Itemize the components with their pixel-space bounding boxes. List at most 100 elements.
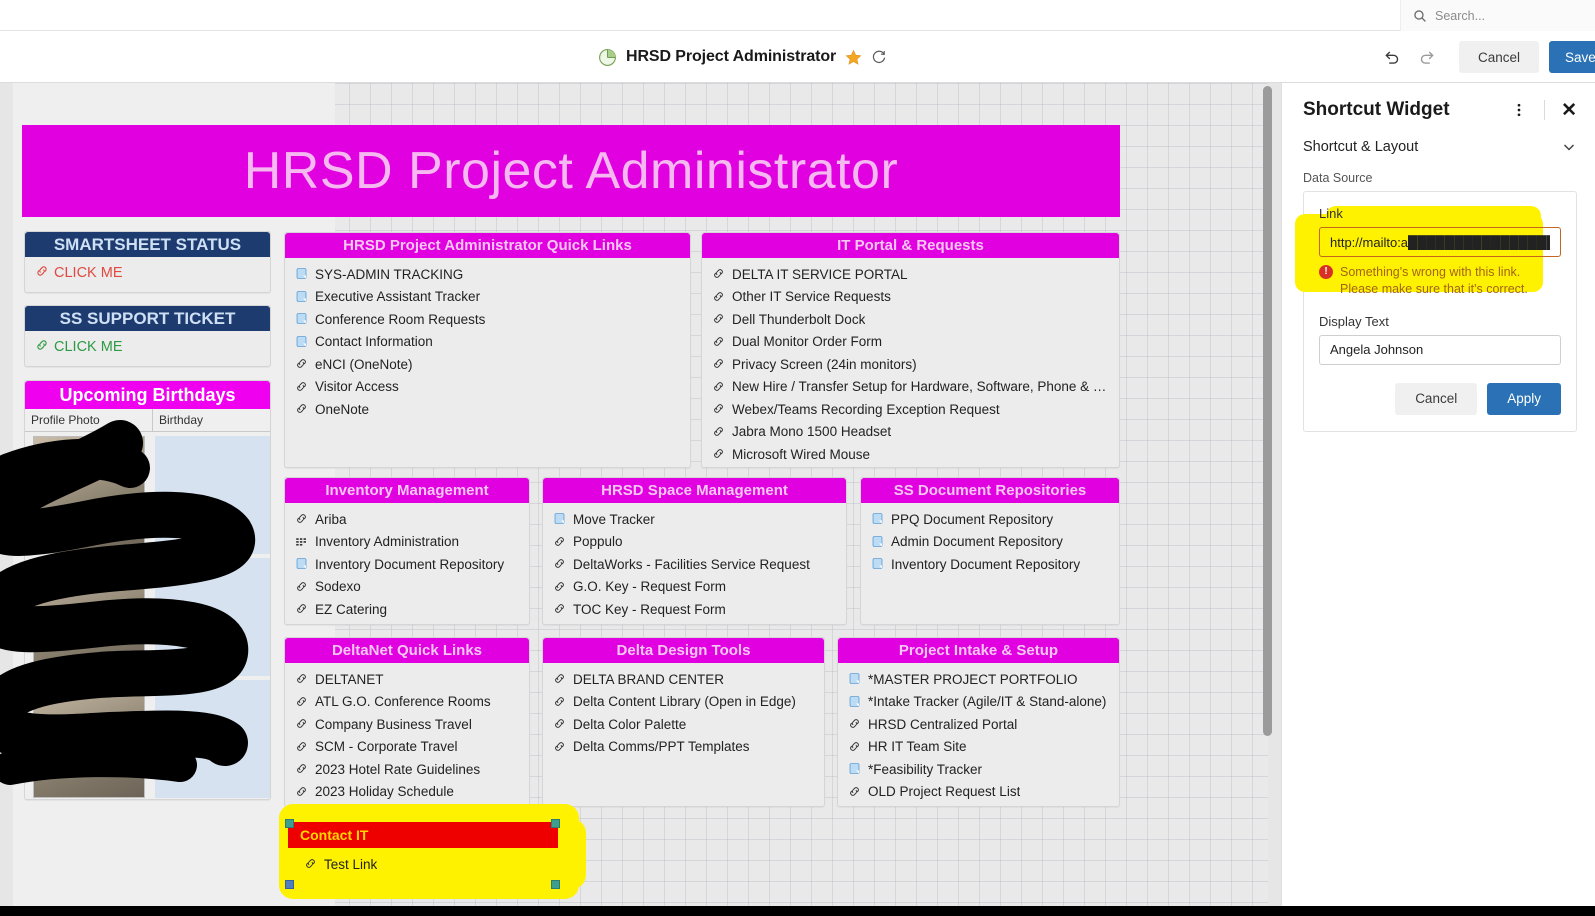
resize-handle-bottom-left[interactable] (285, 880, 294, 889)
panel-apply-button[interactable]: Apply (1487, 382, 1561, 415)
undo-button[interactable] (1373, 39, 1409, 75)
list-item-label: New Hire / Transfer Setup for Hardware, … (732, 379, 1111, 395)
widget-contact-it[interactable]: Contact IT Test Link (288, 822, 558, 884)
widget-body: SYS-ADMIN TRACKING Executive Assistant T… (285, 258, 690, 427)
list-item[interactable]: Executive Assistant Tracker (285, 286, 690, 309)
list-item[interactable]: Inventory Document Repository (285, 553, 529, 576)
avatar (33, 436, 145, 554)
widget-project-intake-setup[interactable]: Project Intake & Setup *MASTER PROJECT P… (837, 637, 1120, 807)
list-item[interactable]: New Hire / Transfer Setup for Hardware, … (702, 376, 1119, 399)
widget-it-portal-requests[interactable]: IT Portal & Requests DELTA IT SERVICE PO… (701, 232, 1120, 468)
list-item[interactable]: Dell Thunderbolt Dock (702, 308, 1119, 331)
sheet-icon (848, 672, 862, 686)
list-item[interactable]: Move Tracker (543, 508, 846, 531)
list-item[interactable]: 2023 Hotel Rate Guidelines (285, 758, 529, 781)
panel-cancel-button[interactable]: Cancel (1395, 382, 1478, 415)
list-item[interactable]: SYS-ADMIN TRACKING (285, 263, 690, 286)
list-item[interactable]: 2023 Holiday Schedule (285, 781, 529, 804)
page-title: HRSD Project Administrator (626, 48, 837, 65)
list-item[interactable]: Admin Document Repository (861, 531, 1119, 554)
dashboard-canvas[interactable]: HRSD Project Administrator SMARTSHEET ST… (0, 83, 1281, 906)
widget-ss-support-ticket[interactable]: SS SUPPORT TICKET CLICK ME (24, 305, 271, 367)
list-item[interactable]: TOC Key - Request Form (543, 598, 846, 621)
widget-body: CLICK ME (25, 331, 270, 367)
redo-button[interactable] (1409, 39, 1445, 75)
list-item[interactable]: Contact Information (285, 331, 690, 354)
list-item[interactable]: Privacy Screen (24in monitors) (702, 353, 1119, 376)
save-button[interactable]: Save (1549, 41, 1595, 73)
list-item[interactable]: Delta Color Palette (543, 713, 824, 736)
chevron-down-icon[interactable] (1561, 139, 1577, 155)
list-item[interactable]: eNCI (OneNote) (285, 353, 690, 376)
widget-inventory-management[interactable]: Inventory Management Ariba Inventory Adm… (284, 477, 530, 625)
list-item[interactable]: ATL G.O. Conference Rooms (285, 691, 529, 714)
kebab-menu-icon[interactable] (1510, 101, 1528, 119)
list-item[interactable]: Webex/Teams Recording Exception Request (702, 398, 1119, 421)
list-item[interactable]: *MASTER PROJECT PORTFOLIO (838, 668, 1119, 691)
widget-hrsd-space-management[interactable]: HRSD Space Management Move Tracker Poppu… (542, 477, 847, 625)
close-icon[interactable]: ✕ (1561, 101, 1577, 120)
list-item[interactable]: Delta Content Library (Open in Edge) (543, 691, 824, 714)
widget-quick-links[interactable]: HRSD Project Administrator Quick Links S… (284, 232, 691, 468)
star-icon[interactable] (845, 49, 862, 66)
list-item-label: *Intake Tracker (Agile/IT & Stand-alone) (868, 694, 1107, 710)
resize-handle-top-right[interactable] (551, 819, 560, 828)
list-item[interactable]: HR IT Team Site (838, 736, 1119, 759)
widget-smartsheet-status[interactable]: SMARTSHEET STATUS CLICK ME (24, 231, 271, 293)
list-item[interactable]: G.O. Key - Request Form (543, 576, 846, 599)
list-item[interactable]: OneNote (285, 398, 690, 421)
list-item[interactable]: Company Business Travel (285, 713, 529, 736)
cancel-button[interactable]: Cancel (1459, 41, 1539, 73)
dashboard-banner[interactable]: HRSD Project Administrator (22, 125, 1120, 217)
list-item[interactable]: SCM - Corporate Travel (285, 736, 529, 759)
canvas-scrollbar-thumb[interactable] (1263, 86, 1272, 736)
list-item[interactable]: Sodexo (285, 576, 529, 599)
list-item[interactable]: EZ Catering (285, 598, 529, 621)
list-item[interactable]: Inventory Administration (285, 531, 529, 554)
display-text-input[interactable]: Angela Johnson (1319, 334, 1561, 365)
list-item[interactable]: HRSD Centralized Portal (838, 713, 1119, 736)
list-item[interactable]: Poppulo (543, 531, 846, 554)
canvas-scrollbar[interactable] (1263, 83, 1277, 906)
link-click-me-status[interactable]: CLICK ME (25, 259, 270, 287)
section-shortcut-and-layout[interactable]: Shortcut & Layout (1282, 131, 1595, 163)
refresh-icon[interactable] (871, 49, 887, 65)
list-item[interactable]: Delta Comms/PPT Templates (543, 736, 824, 759)
widget-delta-design-tools[interactable]: Delta Design Tools DELTA BRAND CENTER De… (542, 637, 825, 807)
list-item[interactable]: Dual Monitor Order Form (702, 331, 1119, 354)
resize-handle-bottom-right[interactable] (551, 880, 560, 889)
widget-upcoming-birthdays[interactable]: Upcoming Birthdays Profile Photo Birthda… (24, 380, 271, 800)
shortcut-widget-panel: Shortcut Widget ✕ Shortcut & Layout Data… (1281, 83, 1595, 916)
list-item[interactable]: Other IT Service Requests (702, 286, 1119, 309)
list-item[interactable]: DELTANET (285, 668, 529, 691)
widget-ss-document-repositories[interactable]: SS Document Repositories PPQ Document Re… (860, 477, 1120, 625)
link-icon (848, 785, 862, 799)
list-item-label: OneNote (315, 401, 370, 417)
divider (1544, 100, 1546, 120)
sheet-icon (295, 267, 309, 281)
list-item[interactable]: PPQ Document Repository (861, 508, 1119, 531)
list-item[interactable]: *Feasibility Tracker (838, 758, 1119, 781)
list-item[interactable]: DELTA IT SERVICE PORTAL (702, 263, 1119, 286)
list-item[interactable]: OLD Project Request List (838, 781, 1119, 804)
link-icon (295, 762, 309, 776)
list-item[interactable]: Ariba (285, 508, 529, 531)
list-item[interactable]: Visitor Access (285, 376, 690, 399)
list-item[interactable]: Test Link (288, 853, 558, 876)
list-item[interactable]: *Intake Tracker (Agile/IT & Stand-alone) (838, 691, 1119, 714)
list-item[interactable]: DeltaWorks - Facilities Service Request (543, 553, 846, 576)
link-input[interactable]: http://mailto:a█████████████████c (1319, 227, 1561, 257)
list-item[interactable]: Conference Room Requests (285, 308, 690, 331)
widget-title-doc-repositories: SS Document Repositories (861, 478, 1119, 503)
search-input[interactable]: Search... (1400, 0, 1595, 31)
resize-handle-top-left[interactable] (285, 819, 294, 828)
link-click-me-ticket[interactable]: CLICK ME (25, 333, 270, 361)
widget-title-upcoming-birthdays: Upcoming Birthdays (25, 381, 270, 409)
list-item[interactable]: DELTA BRAND CENTER (543, 668, 824, 691)
list-item[interactable]: Inventory Document Repository (861, 553, 1119, 576)
list-item[interactable]: Jabra Mono 1500 Headset (702, 421, 1119, 444)
list-item[interactable]: Microsoft Wired Mouse (702, 443, 1119, 466)
avatar (33, 558, 145, 676)
sheet-icon (871, 512, 885, 526)
widget-deltanet-quick-links[interactable]: DeltaNet Quick Links DELTANET ATL G.O. C… (284, 637, 530, 807)
